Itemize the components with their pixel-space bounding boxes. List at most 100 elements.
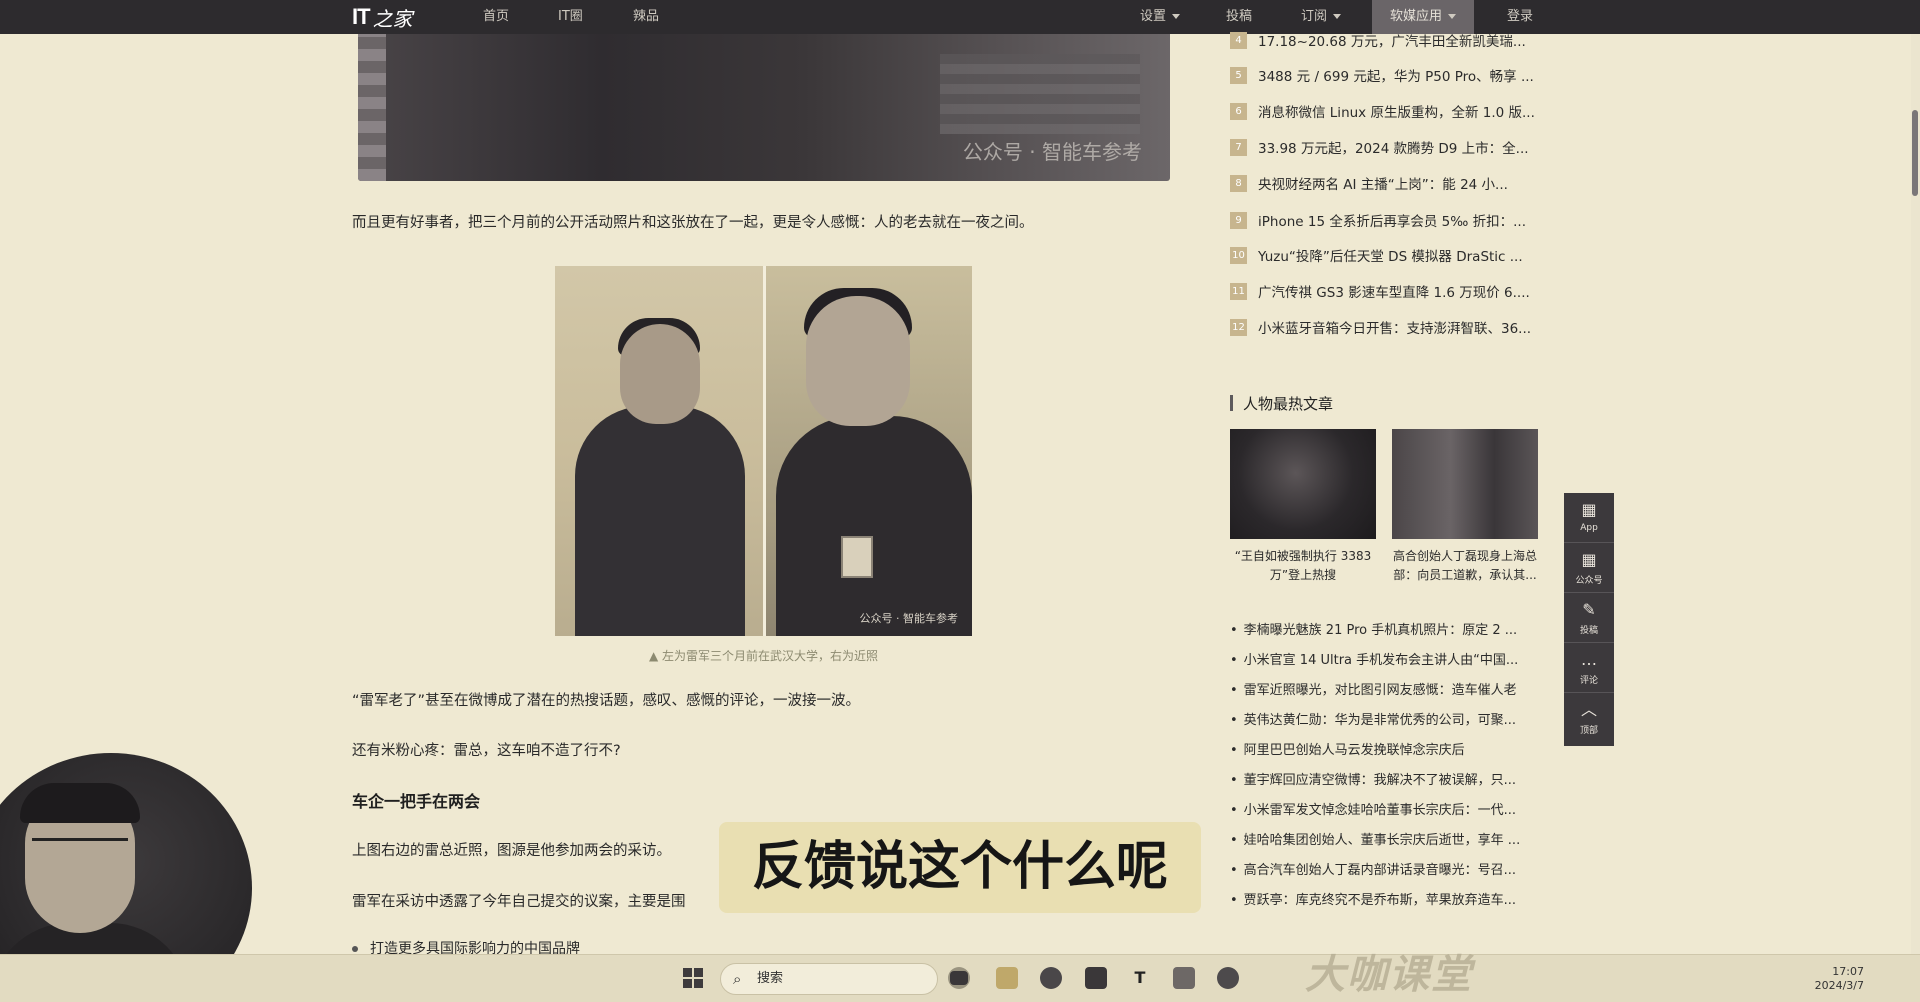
file-explorer-icon[interactable] [996,967,1018,989]
app-qr-button[interactable]: ▦ App [1564,493,1614,543]
store-icon[interactable] [1085,967,1107,989]
nav-login[interactable]: 登录 [1507,0,1533,34]
nav-itquan[interactable]: IT圈 [558,0,583,34]
hot-article-caption[interactable]: 高合创始人丁磊现身上海总部：向员工道歉，承认其... [1392,547,1538,585]
rank-title: iPhone 15 全系折后再享会员 5‰ 折扣：... [1258,214,1526,230]
rank-item[interactable]: 12 小米蓝牙音箱今日开售：支持澎湃智联、36... [1230,317,1531,337]
windows-start-button[interactable] [683,968,703,988]
chevron-down-icon [1448,14,1457,19]
article-paragraph-4: 上图右边的雷总近照，图源是他参加两会的采访。 [352,843,671,859]
scrollbar-thumb[interactable] [1912,110,1918,196]
rank-title: 广汽传祺 GS3 影速车型直降 1.6 万现价 6.... [1258,285,1530,301]
rank-title: Yuzu“投降”后任天堂 DS 模拟器 DraStic ... [1258,249,1523,265]
chevron-up-icon: ︿ [1580,700,1597,719]
rank-number: 7 [1230,138,1247,156]
page-scrollbar[interactable] [1911,34,1920,954]
section-title: 人物最热文章 [1230,393,1333,414]
hot-article-card[interactable]: 高合创始人丁磊现身上海总部：向员工道歉，承认其... [1392,429,1538,585]
rank-item[interactable]: 4 17.18~20.68 万元，广汽丰田全新凯美瑞... [1230,30,1526,50]
rank-item[interactable]: 9 iPhone 15 全系折后再享会员 5‰ 折扣：... [1230,210,1526,230]
rank-item[interactable]: 10 Yuzu“投降”后任天堂 DS 模拟器 DraStic ... [1230,245,1523,265]
comment-button[interactable]: … 评论 [1564,643,1614,693]
figure-badge [841,536,873,578]
taskbar-search[interactable]: ⌕ 搜索 [720,963,938,995]
channel-watermark: 大咖课堂 [1305,952,1473,998]
text-editor-icon[interactable]: T [1129,967,1151,989]
nav-submit-label: 投稿 [1226,9,1253,24]
nav-lapin[interactable]: 辣品 [633,0,659,34]
photo-right: 公众号 · 智能车参考 [766,266,972,636]
top-navbar: IT 之家 首页 IT圈 辣品 设置 投稿 订阅 软媒应用 登录 [0,0,1920,34]
site-logo[interactable]: IT 之家 [352,3,413,31]
comment-icon: … [1581,650,1597,669]
taskbar: ⌕ 搜索 T 17:07 2024/3/7 [0,954,1920,1002]
nav-login-label: 登录 [1507,9,1534,24]
rank-item[interactable]: 5 3488 元 / 699 元起，华为 P50 Pro、畅享 ... [1230,65,1534,85]
list-item[interactable]: 小米雷军发文悼念娃哈哈董事长宗庆后：一代... [1230,799,1516,818]
list-item[interactable]: 英伟达黄仁勋：华为是非常优秀的公司，可聚... [1230,709,1516,728]
rank-item[interactable]: 6 消息称微信 Linux 原生版重构，全新 1.0 版... [1230,101,1535,121]
nav-home[interactable]: 首页 [483,0,509,34]
rank-title: 3488 元 / 699 元起，华为 P50 Pro、畅享 ... [1258,69,1534,85]
hot-article-card[interactable]: “王自如被强制执行 3383 万”登上热搜 [1230,429,1376,585]
logo-it: IT [352,4,371,29]
nav-settings-label: 设置 [1140,9,1167,24]
figure-suit [575,406,745,636]
rank-number: 10 [1230,246,1247,264]
nav-submit[interactable]: 投稿 [1226,0,1252,34]
rank-number: 5 [1230,66,1247,84]
rank-number: 12 [1230,318,1247,336]
list-item[interactable]: 雷军近照曝光，对比图引网友感慨：造车催人老 [1230,679,1517,698]
edit-icon: ✎ [1582,600,1596,619]
tool-label: 公众号 [1575,576,1603,586]
rank-number: 4 [1230,31,1247,49]
nav-apps[interactable]: 软媒应用 [1372,0,1475,34]
task-view-icon[interactable] [950,971,968,985]
rank-title: 消息称微信 Linux 原生版重构，全新 1.0 版... [1258,105,1535,121]
taskbar-clock[interactable]: 17:07 2024/3/7 [1808,965,1864,993]
list-item[interactable]: 董宇辉回应清空微博：我解决不了被误解，只... [1230,769,1516,788]
tool-label: 评论 [1579,676,1598,686]
image-detail [940,54,1140,134]
nav-subscribe[interactable]: 订阅 [1301,0,1342,34]
rank-item[interactable]: 7 33.98 万元起，2024 款腾势 D9 上市：全... [1230,137,1529,157]
list-item[interactable]: 阿里巴巴创始人马云发挽联悼念宗庆后 [1230,739,1465,758]
back-to-top-button[interactable]: ︿ 顶部 [1564,693,1614,743]
rank-number: 9 [1230,211,1247,229]
list-item[interactable]: 小米官宣 14 Ultra 手机发布会主讲人由“中国... [1230,649,1519,668]
notepad-icon[interactable] [1173,967,1195,989]
nav-settings[interactable]: 设置 [1140,0,1181,34]
tool-label: App [1580,523,1598,533]
nav-apps-label: 软媒应用 [1390,9,1443,24]
browser-icon[interactable] [1040,967,1062,989]
hot-article-thumbnail[interactable] [1230,429,1376,539]
image-watermark: 公众号 · 智能车参考 [859,612,959,625]
presenter-glasses [32,838,128,860]
rank-number: 11 [1230,282,1247,300]
presenter-hair [20,783,140,823]
qr-code-icon: ▦ [1581,550,1597,569]
rank-item[interactable]: 8 央视财经两名 AI 主播“上岗”：能 24 小... [1230,173,1508,193]
search-placeholder: 搜索 [757,971,784,986]
rank-item[interactable]: 11 广汽传祺 GS3 影速车型直降 1.6 万现价 6.... [1230,281,1530,301]
list-item[interactable]: 高合汽车创始人丁磊内部讲话录音曝光：号召... [1230,859,1516,878]
list-item[interactable]: 李楠曝光魅族 21 Pro 手机真机照片：原定 2 ... [1230,619,1518,638]
tool-label: 投稿 [1579,626,1598,636]
list-item[interactable]: 贾跃亭：库克终究不是乔布斯，苹果放弃造车... [1230,889,1516,908]
figure-suit [776,416,972,636]
rank-title: 33.98 万元起，2024 款腾势 D9 上市：全... [1258,141,1529,157]
article-paragraph-2: “雷军老了”甚至在微博成了潜在的热搜话题，感叹、感慨的评论，一波接一波。 [352,693,861,709]
video-subtitle: 反馈说这个什么呢 [719,822,1201,913]
logo-cn: 之家 [372,6,413,31]
list-item[interactable]: 娃哈哈集团创始人、董事长宗庆后逝世，享年 ... [1230,829,1521,848]
rank-title: 央视财经两名 AI 主播“上岗”：能 24 小... [1258,177,1508,193]
submit-button[interactable]: ✎ 投稿 [1564,593,1614,643]
image-watermark: 公众号 · 智能车参考 [962,140,1142,164]
hot-article-thumbnail[interactable] [1392,429,1538,539]
article-paragraph-3: 还有米粉心疼：雷总，这车咱不造了行不? [352,743,621,759]
wechat-qr-button[interactable]: ▦ 公众号 [1564,543,1614,593]
article-image-comparison: 公众号 · 智能车参考 [555,266,972,636]
rank-number: 8 [1230,174,1247,192]
hot-article-caption[interactable]: “王自如被强制执行 3383 万”登上热搜 [1230,547,1376,585]
app-icon[interactable] [1217,967,1239,989]
